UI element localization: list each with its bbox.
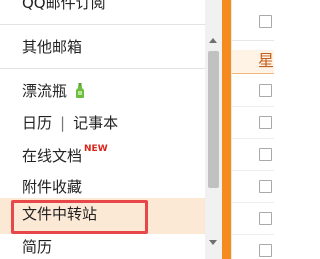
nav-item-drift-bottle[interactable]: 漂流瓶 (22, 81, 85, 101)
panel-splitter (222, 0, 231, 259)
triangle-up-icon (209, 38, 217, 43)
new-badge: NEW (84, 144, 108, 154)
mail-row-checkbox[interactable] (259, 212, 272, 225)
mail-list-panel: 星 (231, 0, 274, 259)
mail-group-header-label: 星 (258, 51, 274, 70)
highlight-annotation-box (11, 200, 148, 234)
nav-item-label: 其他邮箱 (22, 38, 83, 56)
calendar-link[interactable]: 日历 (22, 114, 52, 132)
nav-item-resume[interactable]: 简历 (22, 237, 52, 257)
mail-client-window: QQ邮件订阅 其他邮箱 漂流瓶 日历 | 记事本 在线文档 NEW 附件收藏 文… (0, 0, 274, 259)
nav-item-qq-subscription[interactable]: QQ邮件订阅 (22, 0, 106, 13)
mail-list-row[interactable] (232, 171, 274, 203)
folder-nav-panel: QQ邮件订阅 其他邮箱 漂流瓶 日历 | 记事本 在线文档 NEW 附件收藏 文… (0, 0, 205, 259)
bottle-icon (75, 83, 85, 98)
mail-list-row[interactable] (232, 75, 274, 107)
mail-row-checkbox[interactable] (259, 244, 272, 257)
scrollbar-thumb[interactable] (208, 51, 219, 188)
mail-group-header: 星 (232, 50, 274, 74)
mail-list-row[interactable] (232, 235, 274, 259)
mail-list-row[interactable] (232, 107, 274, 139)
notebook-link[interactable]: 记事本 (73, 114, 118, 132)
mail-list-row[interactable] (232, 139, 274, 171)
triangle-down-icon (209, 240, 217, 245)
nav-divider (0, 24, 205, 25)
nav-item-label: 附件收藏 (22, 178, 83, 196)
nav-item-other-mailbox[interactable]: 其他邮箱 (22, 37, 82, 57)
mail-row-checkbox[interactable] (259, 180, 272, 193)
nav-item-attachment-favorites[interactable]: 附件收藏 (22, 177, 82, 197)
scroll-up-button[interactable] (205, 33, 222, 50)
select-all-checkbox[interactable] (259, 15, 272, 28)
nav-divider (0, 68, 205, 69)
nav-item-label: 简历 (22, 238, 53, 256)
calendar-notebook-separator: | (60, 114, 66, 132)
mail-list-row[interactable] (232, 203, 274, 235)
nav-scrollbar[interactable] (205, 0, 222, 259)
mail-row-checkbox[interactable] (259, 116, 272, 129)
mail-row-checkbox[interactable] (259, 84, 272, 97)
list-divider (232, 40, 274, 41)
nav-item-online-docs[interactable]: 在线文档 NEW (22, 144, 108, 166)
scroll-down-button[interactable] (205, 234, 222, 251)
nav-item-label: 在线文档 (22, 147, 83, 165)
nav-item-label: QQ邮件订阅 (22, 0, 106, 12)
mail-row-checkbox[interactable] (259, 148, 272, 161)
nav-item-calendar-notebook: 日历 | 记事本 (22, 113, 118, 133)
nav-item-label: 漂流瓶 (22, 82, 68, 100)
